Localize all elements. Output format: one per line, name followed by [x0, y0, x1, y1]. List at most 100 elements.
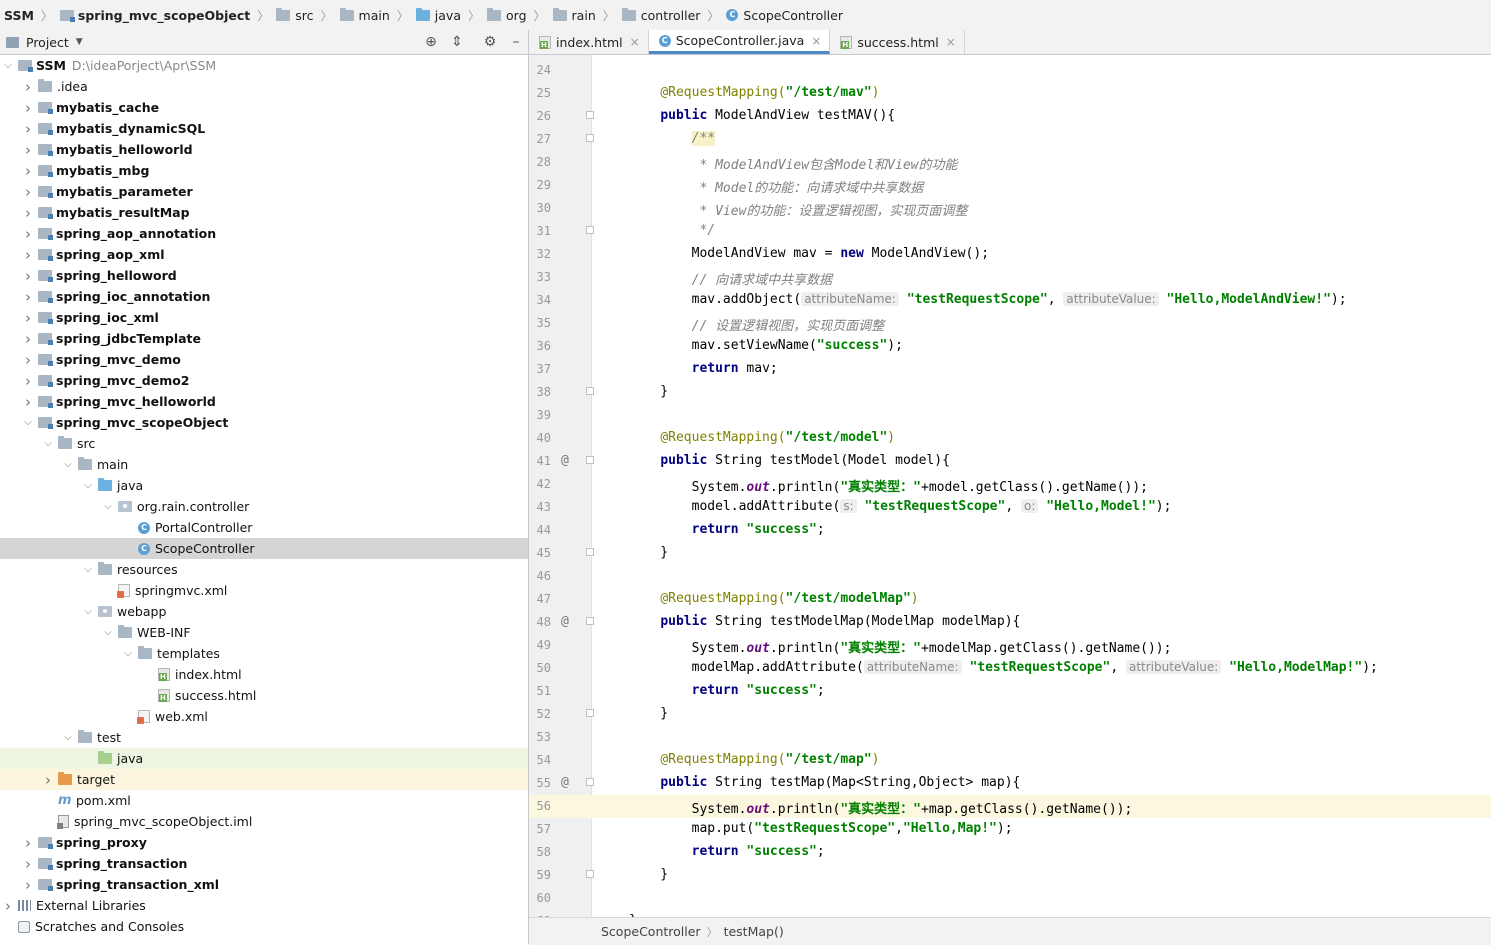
hide-panel-icon[interactable]: – [507, 34, 525, 50]
code-line[interactable]: 54 @RequestMapping("/test/map") [529, 749, 1491, 772]
close-icon[interactable]: × [946, 35, 956, 49]
tree-node[interactable]: › mybatis_dynamicSQL [0, 118, 528, 139]
code-line[interactable]: 49 System.out.println("真实类型："+modelMap.g… [529, 634, 1491, 657]
tree-node[interactable]: › mybatis_helloworld [0, 139, 528, 160]
chevron-right-icon[interactable]: › [22, 141, 34, 159]
code-line[interactable]: 29 * Model的功能：向请求域中共享数据 [529, 174, 1491, 197]
code-line[interactable]: 56 System.out.println("真实类型："+map.getCla… [529, 795, 1491, 818]
chevron-right-icon[interactable]: › [22, 309, 34, 327]
code-line[interactable]: 61} [529, 910, 1491, 917]
code-line[interactable]: 41 @ public String testModel(Model model)… [529, 450, 1491, 473]
tree-node[interactable]: C ScopeController [0, 538, 528, 559]
chevron-right-icon[interactable]: › [22, 876, 34, 894]
chevron-right-icon[interactable]: › [22, 330, 34, 348]
tree-node[interactable]: › .idea [0, 76, 528, 97]
code-line[interactable]: 48 @ public String testModelMap(ModelMap … [529, 611, 1491, 634]
tree-node[interactable]: › spring_ioc_xml [0, 307, 528, 328]
breadcrumb-item[interactable]: controller [618, 0, 705, 30]
fold-marker-icon[interactable] [586, 226, 594, 234]
tree-node[interactable]: › spring_proxy [0, 832, 528, 853]
code-line[interactable]: 34 mav.addObject(attributeName: "testReq… [529, 289, 1491, 312]
chevron-down-icon[interactable]: ⌵ [22, 417, 34, 428]
chevron-right-icon[interactable]: › [2, 897, 14, 915]
tree-node[interactable]: spring_mvc_scopeObject.iml [0, 811, 528, 832]
tree-node[interactable]: › mybatis_parameter [0, 181, 528, 202]
chevron-right-icon[interactable]: › [22, 204, 34, 222]
code-line[interactable]: 51 return "success"; [529, 680, 1491, 703]
code-line[interactable]: 30 * View的功能：设置逻辑视图，实现页面调整 [529, 197, 1491, 220]
chevron-right-icon[interactable]: › [22, 351, 34, 369]
override-marker-icon[interactable]: @ [561, 453, 569, 468]
tree-node[interactable]: › spring_transaction [0, 853, 528, 874]
code-line[interactable]: 60 [529, 887, 1491, 910]
breadcrumb-item[interactable]: rain [549, 0, 600, 30]
breadcrumb-item[interactable]: java [412, 0, 465, 30]
fold-marker-icon[interactable] [586, 111, 594, 119]
tree-node[interactable]: ⌵ test [0, 727, 528, 748]
chevron-right-icon[interactable]: › [22, 372, 34, 390]
tree-node[interactable]: › mybatis_cache [0, 97, 528, 118]
tree-node[interactable]: ⌵ org.rain.controller [0, 496, 528, 517]
locate-target-icon[interactable]: ⊕ [422, 34, 440, 50]
fold-marker-icon[interactable] [586, 617, 594, 625]
breadcrumb-item[interactable]: C ScopeController [722, 0, 847, 30]
code-line[interactable]: 27 /** [529, 128, 1491, 151]
tree-node[interactable]: ⌵ WEB-INF [0, 622, 528, 643]
collapse-all-icon[interactable]: ⇕ [448, 34, 466, 50]
code-line[interactable]: 38 } [529, 381, 1491, 404]
chevron-right-icon[interactable]: › [22, 246, 34, 264]
chevron-right-icon[interactable]: › [22, 288, 34, 306]
tree-node[interactable]: › spring_helloword [0, 265, 528, 286]
tree-node[interactable]: › spring_mvc_helloworld [0, 391, 528, 412]
tree-node[interactable]: › spring_mvc_demo2 [0, 370, 528, 391]
breadcrumb-item[interactable]: main [336, 0, 394, 30]
code-line[interactable]: 57 map.put("testRequestScope","Hello,Map… [529, 818, 1491, 841]
code-line[interactable]: 59 } [529, 864, 1491, 887]
breadcrumb-item[interactable]: spring_mvc_scopeObject [56, 0, 254, 30]
chevron-down-icon[interactable]: ⌵ [62, 732, 74, 743]
code-line[interactable]: 58 return "success"; [529, 841, 1491, 864]
tree-node[interactable]: ⌵ SSM D:\ideaPorject\Apr\SSM [0, 55, 528, 76]
fold-marker-icon[interactable] [586, 134, 594, 142]
code-line[interactable]: 35 // 设置逻辑视图，实现页面调整 [529, 312, 1491, 335]
code-line[interactable]: 44 return "success"; [529, 519, 1491, 542]
tree-node[interactable]: index.html [0, 664, 528, 685]
breadcrumb-item[interactable]: org [483, 0, 531, 30]
tree-node[interactable]: ⌵ main [0, 454, 528, 475]
chevron-right-icon[interactable]: › [22, 183, 34, 201]
tree-node[interactable]: ⌵ java [0, 475, 528, 496]
code-line[interactable]: 43 model.addAttribute(s: "testRequestSco… [529, 496, 1491, 519]
tree-node[interactable]: java [0, 748, 528, 769]
tree-node[interactable]: › spring_aop_annotation [0, 223, 528, 244]
code-line[interactable]: 52 } [529, 703, 1491, 726]
chevron-down-icon[interactable]: ⌵ [62, 459, 74, 470]
tree-node[interactable]: › spring_aop_xml [0, 244, 528, 265]
chevron-down-icon[interactable]: ⌵ [102, 501, 114, 512]
fold-marker-icon[interactable] [586, 709, 594, 717]
chevron-down-icon[interactable]: ⌵ [102, 627, 114, 638]
code-line[interactable]: 33 // 向请求域中共享数据 [529, 266, 1491, 289]
tree-node[interactable]: › spring_transaction_xml [0, 874, 528, 895]
chevron-right-icon[interactable]: › [22, 855, 34, 873]
code-line[interactable]: 25 @RequestMapping("/test/mav") [529, 82, 1491, 105]
code-line[interactable]: 53 [529, 726, 1491, 749]
code-line[interactable]: 46 [529, 565, 1491, 588]
chevron-down-icon[interactable]: ⌵ [82, 606, 94, 617]
close-icon[interactable]: × [811, 34, 821, 48]
tree-node[interactable]: › mybatis_mbg [0, 160, 528, 181]
tree-node[interactable]: ⌵ spring_mvc_scopeObject [0, 412, 528, 433]
tree-node[interactable]: ⌵ src [0, 433, 528, 454]
code-line[interactable]: 47 @RequestMapping("/test/modelMap") [529, 588, 1491, 611]
override-marker-icon[interactable]: @ [561, 614, 569, 629]
code-line[interactable]: 40 @RequestMapping("/test/model") [529, 427, 1491, 450]
breadcrumb-item[interactable]: src [272, 0, 317, 30]
fold-marker-icon[interactable] [586, 870, 594, 878]
code-line[interactable]: 32 ModelAndView mav = new ModelAndView()… [529, 243, 1491, 266]
tree-node[interactable]: success.html [0, 685, 528, 706]
code-line[interactable]: 28 * ModelAndView包含Model和View的功能 [529, 151, 1491, 174]
editor-tab[interactable]: C ScopeController.java × [648, 30, 831, 54]
gear-icon[interactable]: ⚙ [481, 34, 499, 50]
override-marker-icon[interactable]: @ [561, 775, 569, 790]
tree-node[interactable]: ⌵ webapp [0, 601, 528, 622]
tree-node[interactable]: › target [0, 769, 528, 790]
